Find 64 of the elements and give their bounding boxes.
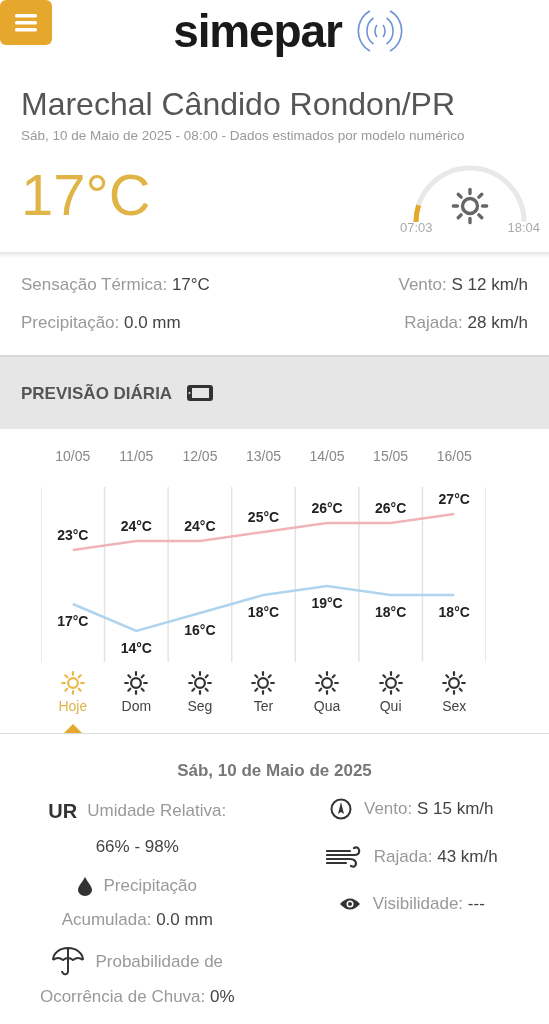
sun-icon [450,186,490,227]
compass-icon [330,797,352,820]
umbrella-icon [51,946,86,977]
temperature-label: 18°C [247,604,280,621]
phone-rotate-icon [186,384,215,403]
temperature-label: 19°C [311,595,343,612]
sun-icon [59,670,86,697]
detail-value: Ocorrência de Chuva: 0% [39,986,235,1009]
date-label: 11/05 [119,448,154,465]
date-label: 12/05 [182,448,218,465]
temperature-label: 24°C [184,518,216,535]
date-label: 15/05 [373,448,409,465]
sun-icon [250,670,277,697]
detail-title: Probabilidade de [95,950,224,973]
current-reading: Sensação Térmica: 17°C [21,274,211,297]
eye-icon [338,896,361,912]
day-tab[interactable]: Dom [104,670,169,734]
detail-title: Precipitação [103,875,197,898]
section-title: PREVISÃO DIÁRIA [21,382,173,405]
date-label: 10/05 [55,448,91,465]
temperature-label: 14°C [120,640,152,657]
detail-value: 66% - 98% [95,835,179,858]
humidity-label: UR [48,798,78,824]
day-tab[interactable]: Ter [231,670,296,734]
temperature-label: 17°C [57,613,89,630]
temperature-label: 26°C [375,500,407,517]
detail-reading: Vento: S 15 km/h [364,797,494,820]
sun-icon [186,670,213,697]
current-reading: Precipitação: 0.0 mm [21,311,182,334]
temperature-label: 18°C [438,604,470,621]
selected-indicator-icon [63,724,82,734]
sun-icon [314,670,341,697]
detail-reading: Rajada: 43 km/h [373,845,498,868]
detail-reading: Visibilidade: --- [372,893,485,916]
detail-date: Sáb, 10 de Maio de 2025 [176,760,373,783]
temperature-label: 25°C [247,509,280,526]
date-label: 16/05 [436,448,472,465]
menu-button[interactable] [0,0,52,45]
date-label: 13/05 [246,448,281,465]
current-reading: Vento: S 12 km/h [397,274,528,297]
temperature-label: 26°C [311,500,343,517]
date-label: 14/05 [309,448,345,465]
sunset-time: 18:04 [507,219,540,238]
sunrise-time: 07:03 [400,219,433,238]
current-temperature: 17°C [21,166,151,225]
sun-icon [123,670,150,697]
day-tab[interactable]: Sex [422,670,486,734]
detail-value: Acumulada: 0.0 mm [61,908,213,931]
current-reading: Rajada: 28 km/h [403,311,528,334]
day-tab[interactable]: Qui [358,670,423,734]
temperature-label: 24°C [120,518,152,535]
temperature-label: 27°C [438,491,470,508]
sun-icon [441,670,468,697]
temperature-label: 16°C [184,622,216,639]
sun-icon [377,670,404,697]
drop-icon [77,876,94,896]
day-tab[interactable]: Seg [168,670,232,734]
day-tab[interactable]: Qua [295,670,359,734]
update-info: Sáb, 10 de Maio de 2025 - 08:00 - Dados estimados por modelo numérico [21,127,466,145]
temperature-label: 18°C [375,604,407,621]
detail-title: Umidade Relativa: [87,800,227,822]
menu-icon [15,13,37,32]
temperature-label: 23°C [57,527,89,544]
location-title: Marechal Cândido Rondon/PR [21,85,457,124]
